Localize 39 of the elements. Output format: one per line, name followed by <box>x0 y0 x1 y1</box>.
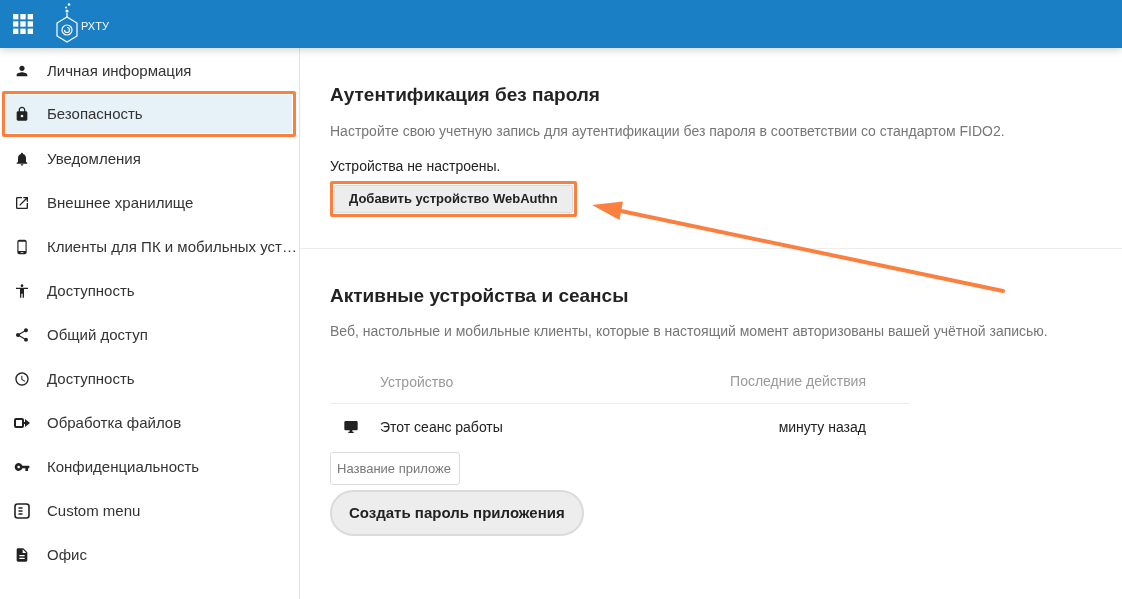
flask-logo-icon <box>55 2 79 43</box>
sidebar-item[interactable]: Общий доступ <box>0 313 299 357</box>
add-device-button[interactable]: Добавить устройство WebAuthn <box>334 185 573 213</box>
app-name-field[interactable]: Название приложе <box>330 452 460 485</box>
sidebar-item[interactable]: Обработка файлов <box>0 401 299 445</box>
section-description: Веб, настольные и мобильные клиенты, которые в настоящий момент авторизованы вашей учётной записью. <box>330 322 1049 341</box>
section-description: Настройте свою учетную запись для аутентификации без пароля в соответствии со стандартом FIDO2. <box>330 122 1006 141</box>
sidebar-item[interactable]: Конфиденциальность <box>0 445 299 489</box>
sidebar-item[interactable]: Безопасность <box>6 95 292 133</box>
app-grid-menu-icon[interactable] <box>13 14 33 34</box>
logo-text: РХТУ <box>81 20 109 33</box>
status-text: Устройства не настроены. <box>330 157 502 176</box>
share-icon <box>14 327 30 343</box>
document-icon <box>14 547 30 563</box>
lock-icon <box>14 106 30 122</box>
clock-icon <box>14 371 30 387</box>
table-cell: Этот сеанс работы <box>380 419 503 435</box>
sidebar-item[interactable]: Уведомления <box>0 137 299 181</box>
create-app-password-button[interactable]: Создать пароль приложения <box>330 490 584 536</box>
column-header: Устройство <box>380 373 454 390</box>
external-link-icon <box>14 195 30 211</box>
phone-icon <box>14 239 30 255</box>
sidebar-item[interactable]: Доступность <box>0 357 299 401</box>
box-arrow-icon <box>14 415 30 431</box>
column-header: Последние действия <box>730 372 866 391</box>
list-icon <box>14 503 30 519</box>
accessibility-icon <box>14 283 30 299</box>
table-cell-text: минуту назад <box>778 417 866 437</box>
sidebar-item[interactable]: Custom menu <box>0 489 299 533</box>
sidebar-item[interactable]: Доступность <box>0 269 299 313</box>
section-title: Аутентификация без пароля <box>330 83 601 107</box>
sidebar-item[interactable]: Личная информация <box>0 49 299 93</box>
monitor-icon <box>343 419 359 435</box>
bell-icon <box>14 151 30 167</box>
sidebar-item[interactable]: Офис <box>0 533 299 577</box>
sidebar-item[interactable]: Клиенты для ПК и мобильных уст… <box>0 225 299 269</box>
sidebar-item[interactable]: Внешнее хранилище <box>0 181 299 225</box>
person-icon <box>14 63 30 79</box>
section-title: Активные устройства и сеансы <box>330 284 630 308</box>
